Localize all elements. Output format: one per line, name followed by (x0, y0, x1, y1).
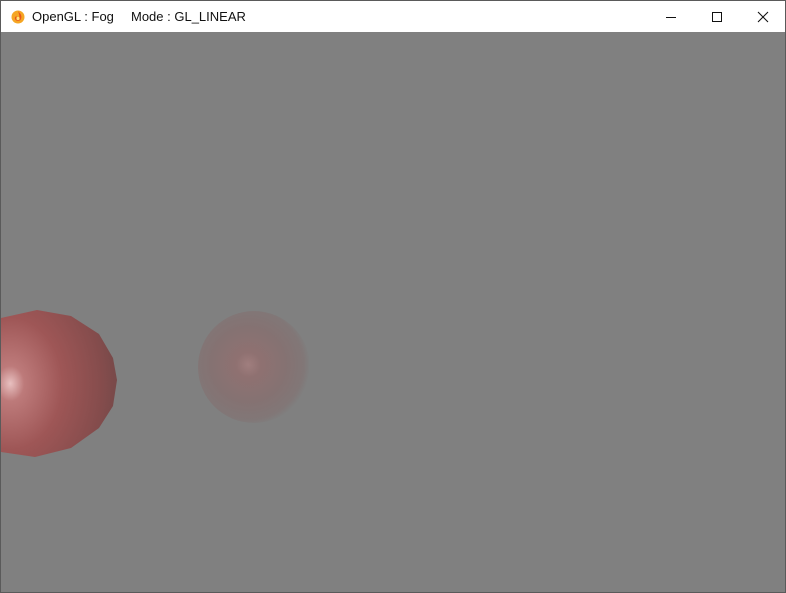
fog-mode-label: Mode : GL_LINEAR (131, 9, 246, 24)
window-title: OpenGL : Fog (32, 9, 114, 24)
far-sphere (198, 311, 310, 423)
minimize-button[interactable] (648, 1, 694, 32)
app-window: OpenGL : Fog Mode : GL_LINEAR (0, 0, 786, 593)
near-sphere (1, 310, 117, 457)
close-icon (757, 11, 769, 22)
maximize-icon (712, 11, 722, 22)
maximize-button[interactable] (694, 1, 740, 32)
title-bar[interactable]: OpenGL : Fog Mode : GL_LINEAR (1, 1, 785, 32)
opengl-viewport[interactable] (1, 32, 785, 592)
flame-app-icon (11, 10, 25, 24)
minimize-icon (666, 16, 676, 18)
close-button[interactable] (740, 1, 785, 32)
